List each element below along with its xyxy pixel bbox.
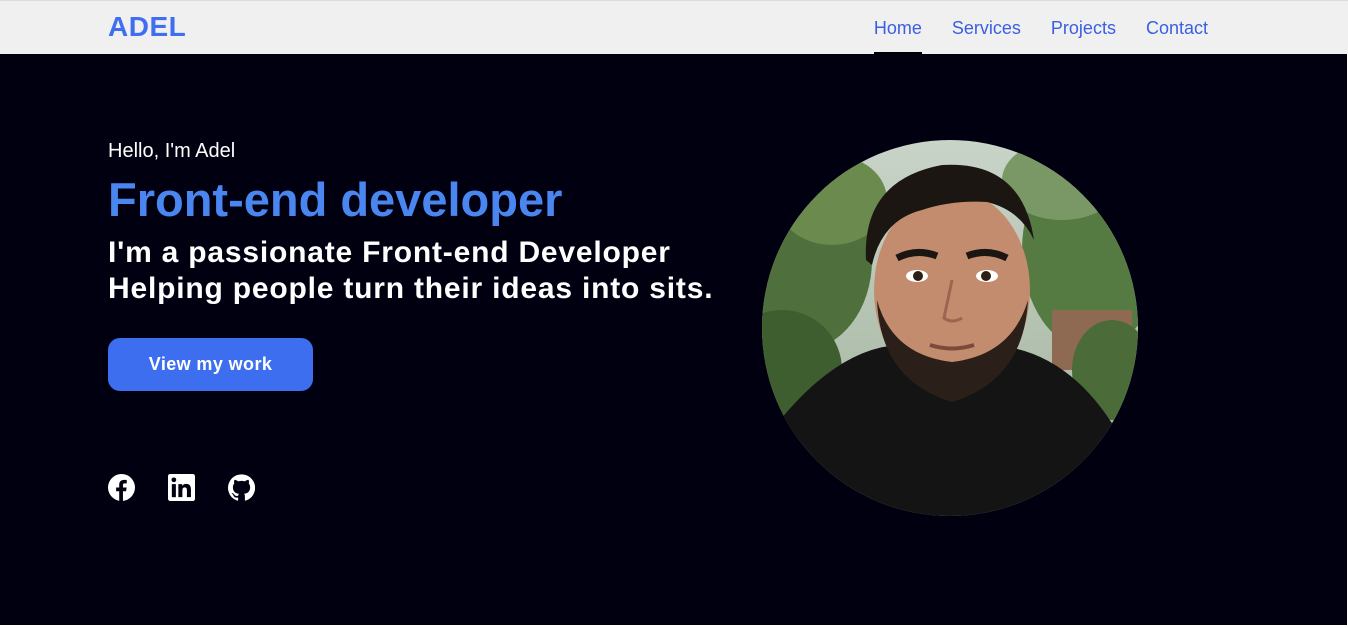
hero-section: Hello, I'm Adel Front-end developer I'm …	[0, 54, 1348, 625]
nav-link-projects[interactable]: Projects	[1051, 1, 1116, 55]
hero-role-title: Front-end developer	[108, 173, 563, 226]
github-icon[interactable]	[228, 474, 255, 501]
hero-greeting: Hello, I'm Adel	[108, 140, 236, 162]
profile-photo	[762, 140, 1138, 516]
site-logo[interactable]: ADEL	[108, 11, 186, 43]
view-my-work-button[interactable]: View my work	[108, 338, 313, 391]
linkedin-icon[interactable]	[168, 474, 195, 501]
nav-links: Home Services Projects Contact	[873, 1, 1208, 55]
hero-tagline: I'm a passionate Front-end Developer Hel…	[108, 236, 714, 305]
profile-photo-illustration	[762, 140, 1138, 516]
nav-link-home[interactable]: Home	[873, 1, 922, 55]
navbar: ADEL Home Services Projects Contact	[0, 0, 1348, 55]
nav-link-services[interactable]: Services	[952, 1, 1021, 55]
nav-link-contact[interactable]: Contact	[1146, 1, 1208, 55]
hero-text: Hello, I'm Adel Front-end developer I'm …	[108, 140, 748, 391]
facebook-icon[interactable]	[108, 474, 135, 501]
social-links	[108, 474, 255, 501]
